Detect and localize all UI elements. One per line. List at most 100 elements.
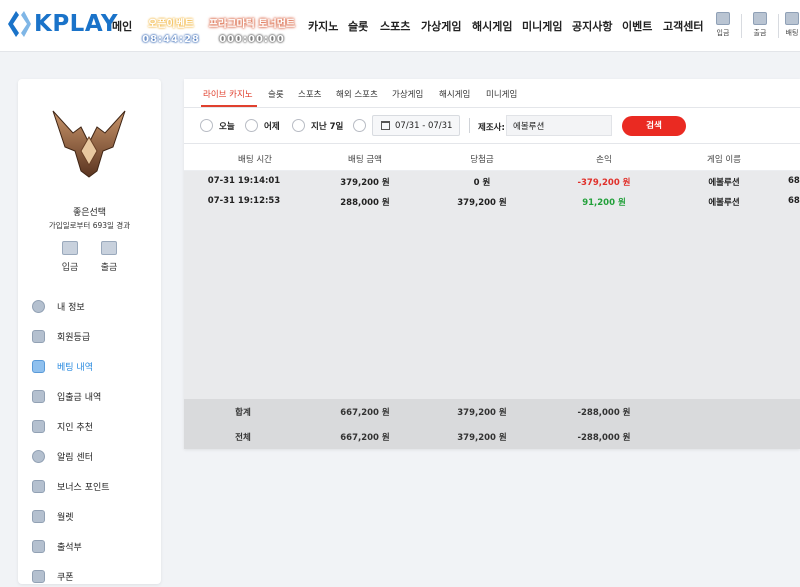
quick-betting-button[interactable]: 배팅 xyxy=(784,12,800,38)
radio-circle xyxy=(292,119,305,132)
subtotal-profit-loss: -288,000 원 xyxy=(577,408,631,418)
sidebar-item-betting-history[interactable]: 베팅 내역 xyxy=(32,351,157,381)
nav-notice[interactable]: 공지사항 xyxy=(572,18,612,34)
promo-pragmatic-tournament[interactable]: 프라그마틱 토너먼트 000:00:00 xyxy=(205,17,299,47)
tab-virtual-games[interactable]: 가상게임 xyxy=(392,88,423,100)
user-sidebar: 좋은선택 가입일로부터 693일 경과 입금 출금 내 정보 회원등급 베팅 내… xyxy=(18,79,161,584)
nav-sports[interactable]: 스포츠 xyxy=(380,18,410,34)
quick-betting-label: 배팅 xyxy=(785,29,799,37)
total-label: 전체 xyxy=(235,433,251,443)
cell-game-name: 에볼루션 xyxy=(708,178,740,188)
sidebar-item-transaction-history[interactable]: 입출금 내역 xyxy=(32,381,157,411)
filter-last7days-label: 지난 7일 xyxy=(311,121,344,132)
provider-input[interactable] xyxy=(506,115,612,136)
nav-hash-games[interactable]: 해시게임 xyxy=(472,18,512,34)
nav-main[interactable]: 메인 xyxy=(112,18,132,34)
nav-mini-games[interactable]: 미니게임 xyxy=(522,18,562,34)
top-navigation-bar: KPLAY 메인 카지노 슬롯 스포츠 가상게임 해시게임 미니게임 공지사항 … xyxy=(0,0,800,52)
sidebar-item-my-info[interactable]: 내 정보 xyxy=(32,291,157,321)
sidebar-item-label: 내 정보 xyxy=(57,302,85,313)
promo-open-event[interactable]: 오픈이벤트 08:44:28 xyxy=(141,17,201,47)
promo-open-event-countdown: 08:44:28 xyxy=(142,34,200,45)
coupon-icon xyxy=(32,569,45,583)
search-button[interactable]: 검색 xyxy=(622,116,686,136)
column-header-winnings: 당첨금 xyxy=(470,155,494,165)
filter-yesterday-radio[interactable]: 어제 xyxy=(245,119,280,132)
transaction-icon xyxy=(32,389,45,403)
sidebar-item-referral[interactable]: 지인 추천 xyxy=(32,411,157,441)
table-summary: 합계 667,200 원 379,200 원 -288,000 원 전체 667… xyxy=(184,399,800,449)
betting-history-panel: 라이브 카지노 슬롯 스포츠 해외 스포츠 가상게임 해시게임 미니게임 오늘 … xyxy=(184,79,800,449)
radio-circle xyxy=(200,119,213,132)
bonus-icon xyxy=(32,479,45,493)
filter-today-radio[interactable]: 오늘 xyxy=(200,119,235,132)
filter-bar: 오늘 어제 지난 7일 07/31 - 07/31 제조사: 검색 xyxy=(184,108,800,144)
username: 좋은선택 xyxy=(72,208,107,218)
tab-mini-games[interactable]: 미니게임 xyxy=(486,88,517,100)
referral-icon xyxy=(32,419,45,433)
attendance-icon xyxy=(32,539,45,553)
game-category-tabs: 라이브 카지노 슬롯 스포츠 해외 스포츠 가상게임 해시게임 미니게임 xyxy=(184,79,800,108)
nav-casino[interactable]: 카지노 xyxy=(308,18,338,34)
logo-text: KPLAY xyxy=(34,11,119,37)
date-range-picker[interactable]: 07/31 - 07/31 xyxy=(372,115,460,136)
subtotal-bet: 667,200 원 xyxy=(340,408,390,418)
site-logo[interactable]: KPLAY xyxy=(6,9,118,39)
sidebar-menu: 내 정보 회원등급 베팅 내역 입출금 내역 지인 추천 알림 센터 보너스 포… xyxy=(32,291,157,587)
promo-tournament-countdown: 000:00:00 xyxy=(219,34,285,45)
sidebar-item-wallet[interactable]: 월렛 xyxy=(32,501,157,531)
column-header-bet-time: 배팅 시간 xyxy=(238,155,272,165)
table-row[interactable]: 07-31 19:14:01 379,200 원 0 원 -379,200 원 … xyxy=(184,171,800,193)
active-tab-indicator xyxy=(201,105,257,107)
tab-slot[interactable]: 슬롯 xyxy=(268,88,284,100)
cell-bet-amount: 288,000 원 xyxy=(340,198,390,208)
tab-sports[interactable]: 스포츠 xyxy=(298,88,321,100)
quick-deposit-button[interactable]: 입금 xyxy=(710,12,736,38)
summary-row-subtotal: 합계 667,200 원 379,200 원 -288,000 원 xyxy=(184,399,800,424)
filter-today-label: 오늘 xyxy=(219,121,235,132)
provider-label: 제조사: xyxy=(478,123,505,133)
filter-last7days-radio[interactable]: 지난 7일 xyxy=(292,119,343,132)
subtotal-label: 합계 xyxy=(235,408,251,418)
cell-bet-time: 07-31 19:14:01 xyxy=(207,176,281,186)
nav-customer-center[interactable]: 고객센터 xyxy=(663,18,703,34)
filter-custom-radio[interactable] xyxy=(353,119,372,132)
filter-divider xyxy=(469,118,470,133)
sidebar-item-member-rank[interactable]: 회원등급 xyxy=(32,321,157,351)
sidebar-item-label: 쿠폰 xyxy=(57,572,74,583)
cell-profit-loss: 91,200 원 xyxy=(582,198,626,208)
cell-bet-time: 07-31 19:12:53 xyxy=(207,196,281,206)
sidebar-deposit-label: 입금 xyxy=(61,263,79,273)
cell-profit-loss: -379,200 원 xyxy=(577,178,631,188)
tab-overseas-sports[interactable]: 해외 스포츠 xyxy=(336,88,378,100)
withdraw-icon xyxy=(101,241,117,255)
total-bet: 667,200 원 xyxy=(340,433,390,443)
sidebar-item-label: 보너스 포인트 xyxy=(57,482,110,493)
column-header-game-name: 게임 이름 xyxy=(707,155,741,165)
total-winnings: 379,200 원 xyxy=(457,433,507,443)
sidebar-item-bonus-points[interactable]: 보너스 포인트 xyxy=(32,471,157,501)
sidebar-item-notification-center[interactable]: 알림 센터 xyxy=(32,441,157,471)
nav-slot[interactable]: 슬롯 xyxy=(348,18,368,34)
nav-event[interactable]: 이벤트 xyxy=(622,18,652,34)
user-icon xyxy=(32,299,45,313)
sidebar-item-attendance[interactable]: 출석부 xyxy=(32,531,157,561)
sidebar-deposit-button[interactable]: 입금 xyxy=(52,241,88,273)
cell-bet-amount: 379,200 원 xyxy=(340,178,390,188)
sidebar-item-label: 지인 추천 xyxy=(57,422,93,433)
sidebar-item-coupon[interactable]: 쿠폰 xyxy=(32,561,157,587)
sidebar-withdraw-button[interactable]: 출금 xyxy=(91,241,127,273)
quick-withdraw-button[interactable]: 출금 xyxy=(747,12,773,38)
column-header-bet-amount: 배팅 금액 xyxy=(348,155,382,165)
membership-duration: 가입일로부터 693일 경과 xyxy=(48,221,131,230)
tab-live-casino[interactable]: 라이브 카지노 xyxy=(203,88,253,100)
nav-virtual-games[interactable]: 가상게임 xyxy=(421,18,461,34)
sidebar-withdraw-label: 출금 xyxy=(100,263,118,273)
tab-hash-games[interactable]: 해시게임 xyxy=(439,88,470,100)
quick-divider xyxy=(741,14,742,38)
sidebar-item-label: 알림 센터 xyxy=(57,452,93,463)
rank-emblem-icon xyxy=(52,110,126,178)
table-row[interactable]: 07-31 19:12:53 288,000 원 379,200 원 91,20… xyxy=(184,191,800,213)
cell-winnings: 0 원 xyxy=(473,178,491,188)
summary-row-total: 전체 667,200 원 379,200 원 -288,000 원 xyxy=(184,424,800,449)
